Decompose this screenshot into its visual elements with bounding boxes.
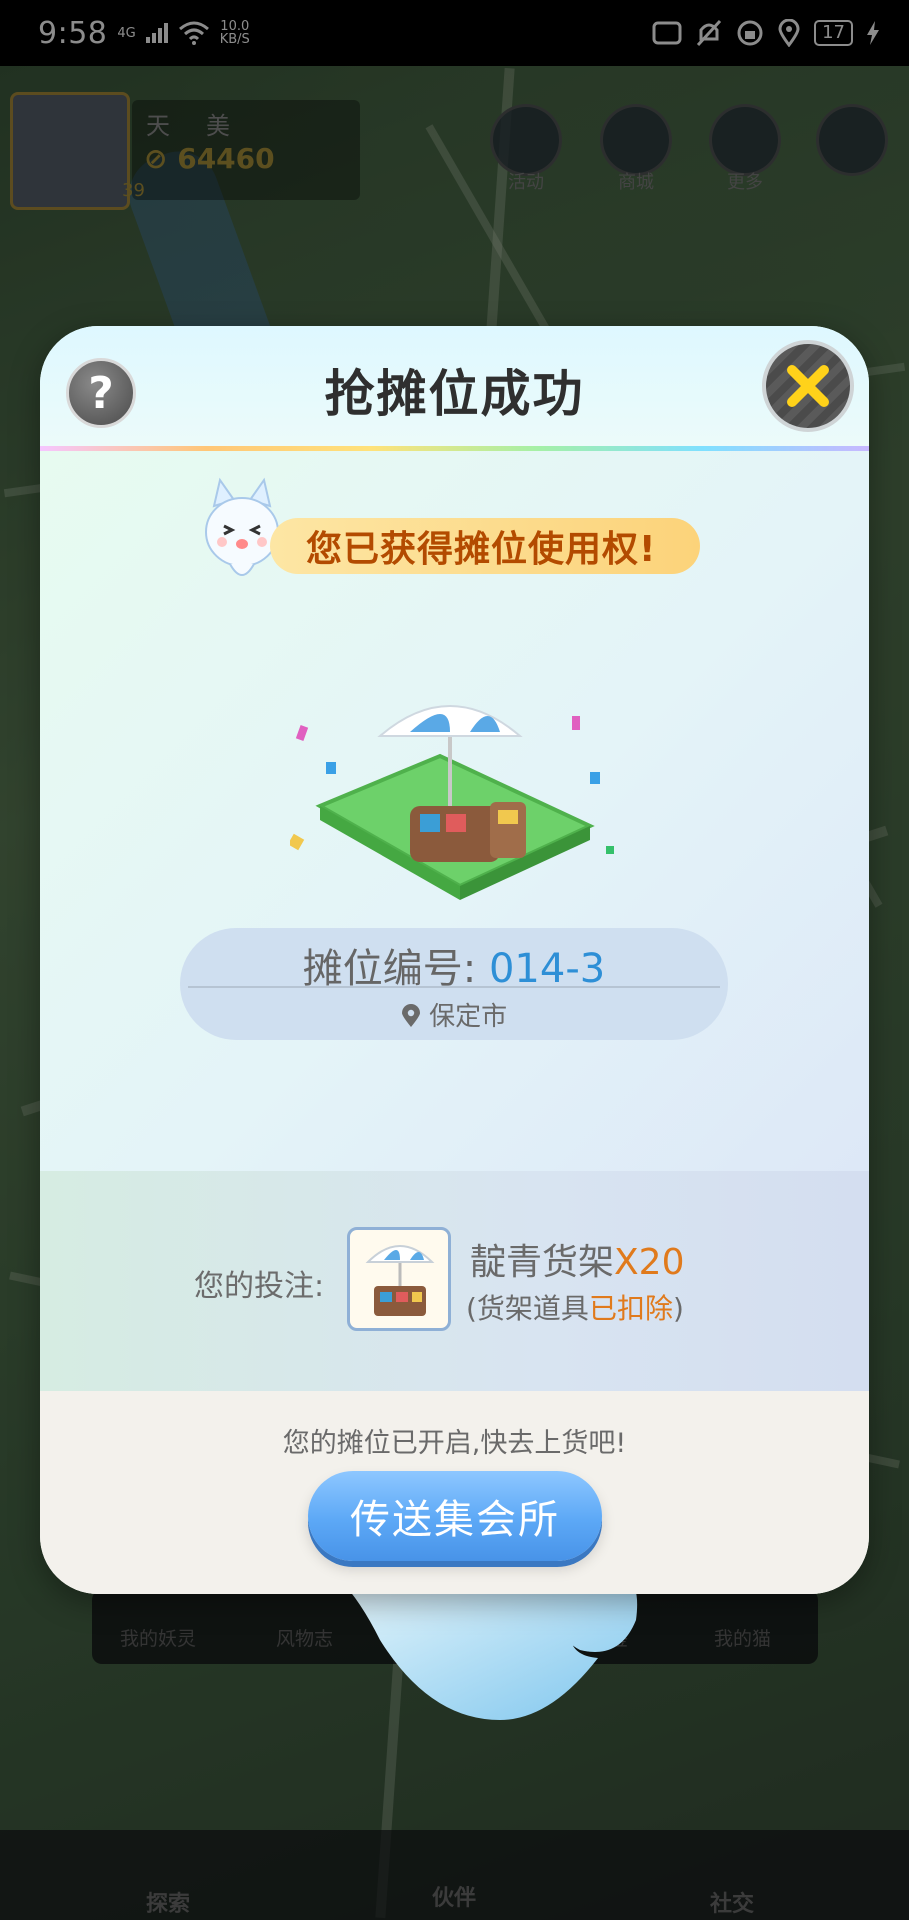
stall-info-card: 摊位编号: 014-3 保定市 — [180, 928, 728, 1040]
stall-divider — [188, 986, 720, 988]
close-icon — [787, 365, 829, 407]
teleport-button[interactable]: 传送集会所 — [308, 1471, 602, 1561]
footer-message: 您的摊位已开启,快去上货吧! — [282, 1428, 627, 1459]
dialog-title: 抢摊位成功 — [324, 365, 585, 423]
rights-banner-text: 您已获得摊位使用权! — [306, 529, 657, 570]
stall-city-name: 保定市 — [429, 1002, 508, 1032]
dialog-tail — [340, 1580, 638, 1720]
shelf-item-icon — [365, 1245, 435, 1316]
bet-item-quantity: X20 — [614, 1242, 685, 1283]
bet-label: 您的投注: — [194, 1269, 325, 1304]
rights-banner: 您已获得摊位使用权! — [270, 518, 700, 574]
bet-item-name: 靛青货架X20 — [470, 1242, 685, 1283]
help-button[interactable]: ? — [66, 358, 136, 428]
bet-item-note: (货架道具已扣除) — [466, 1292, 684, 1325]
spirit-mascot-icon — [205, 477, 279, 576]
question-icon: ? — [88, 367, 114, 419]
deducted-text: 已扣除 — [588, 1292, 673, 1325]
dialog-footer: 您的摊位已开启,快去上货吧! 传送集会所 — [40, 1391, 869, 1594]
map-pin-icon — [401, 1004, 420, 1027]
close-button[interactable] — [762, 340, 854, 432]
stall-location: 保定市 — [180, 996, 728, 1033]
bet-item-thumbnail[interactable] — [347, 1227, 451, 1331]
success-dialog: 抢摊位成功 ? 您已获得摊位使用权! 摊位编号: 014-3 保定市 您的投注:… — [40, 326, 869, 1594]
bet-section: 您的投注: 靛青货架X20 (货架道具已扣除) — [40, 1171, 869, 1391]
stall-illustration — [290, 705, 614, 900]
